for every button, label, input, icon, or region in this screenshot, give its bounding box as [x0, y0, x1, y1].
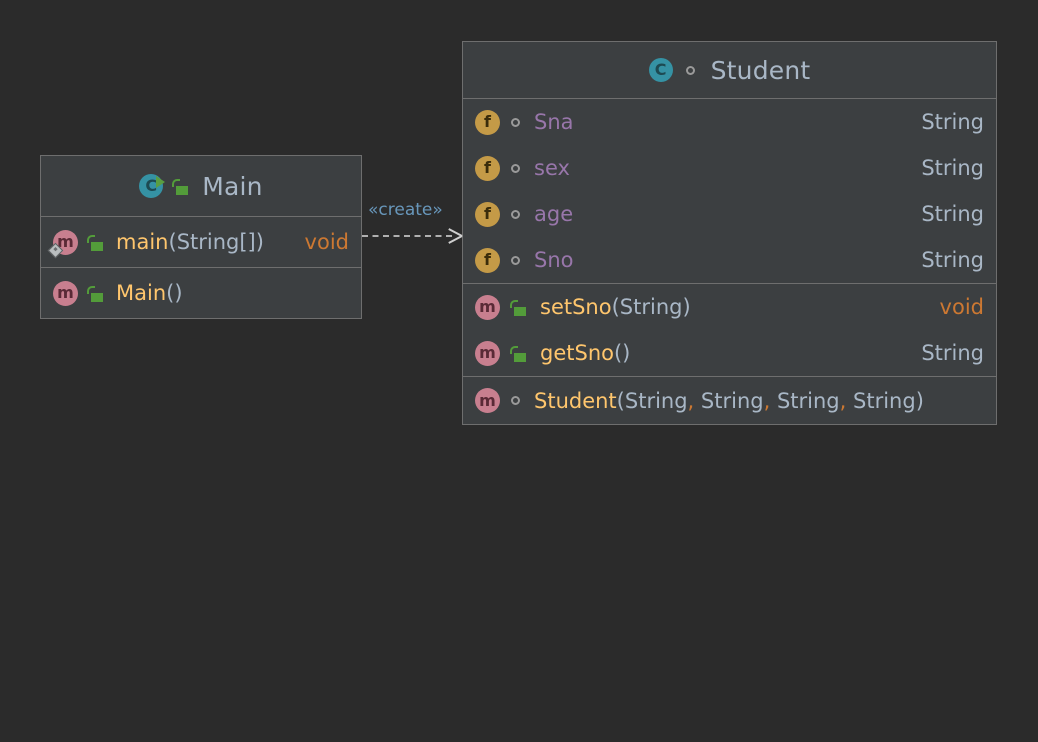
- param-type: String[]: [176, 230, 256, 254]
- member-name: age: [534, 202, 574, 226]
- member-name: getSno: [540, 341, 614, 365]
- member-row-field-age[interactable]: f age String: [463, 191, 996, 237]
- member-name: Student: [534, 388, 617, 413]
- member-signature: getSno(): [540, 341, 631, 365]
- unlock-icon: [87, 285, 104, 302]
- unlock-icon: [172, 178, 189, 195]
- uml-class-main[interactable]: C Main m main(String[]) void m Main (): [40, 155, 362, 319]
- class-name-main: Main: [202, 171, 263, 201]
- member-signature: setSno(String): [540, 295, 691, 319]
- class-section-main-constructors: m Main(): [41, 267, 361, 318]
- class-header-main[interactable]: C Main: [41, 156, 361, 217]
- package-private-icon: [685, 65, 695, 75]
- member-row-setsno[interactable]: m setSno(String) void: [463, 284, 996, 330]
- class-section-student-methods: m setSno(String) void m getSno() String: [463, 283, 996, 376]
- param-type: String: [619, 295, 683, 319]
- uml-class-student[interactable]: C Student f Sna String f sex String f ag…: [462, 41, 997, 425]
- member-signature: Main(): [116, 281, 183, 305]
- method-icon: m: [475, 294, 500, 320]
- class-section-student-constructors: m Student(String, String, String, String…: [463, 376, 996, 424]
- member-signature: Student(String, String, String, String): [534, 388, 924, 413]
- method-icon: m: [475, 388, 500, 413]
- member-return-type: String: [921, 248, 984, 272]
- member-name: sex: [534, 156, 570, 180]
- member-name: setSno: [540, 295, 612, 319]
- member-row-main-ctor[interactable]: m Main(): [41, 268, 361, 318]
- unlock-icon: [510, 345, 527, 362]
- member-name: Main: [116, 281, 167, 305]
- field-icon: f: [475, 109, 500, 135]
- class-icon: C: [648, 58, 673, 82]
- package-private-icon: [511, 163, 520, 173]
- member-return-type: String: [921, 110, 984, 134]
- member-name: Sna: [534, 110, 574, 134]
- field-icon: f: [475, 201, 500, 227]
- member-name: main: [116, 230, 169, 254]
- method-icon: m: [475, 340, 500, 366]
- member-signature: main(String[]): [116, 230, 264, 254]
- member-return-type: String: [921, 156, 984, 180]
- member-return-type: void: [939, 295, 984, 319]
- method-icon: m: [53, 280, 78, 306]
- member-signature: Sno: [534, 248, 574, 272]
- package-private-icon: [511, 396, 520, 405]
- method-icon: m: [47, 229, 78, 258]
- member-signature: sex: [534, 156, 570, 180]
- member-return-type: String: [921, 202, 984, 226]
- member-row-field-sna[interactable]: f Sna String: [463, 99, 996, 145]
- class-name-student: Student: [710, 55, 811, 85]
- diagram-canvas: C Main m main(String[]) void m Main () C…: [0, 0, 1038, 742]
- connector-label: «create»: [368, 200, 443, 220]
- connector-create-dependency[interactable]: «create»: [362, 200, 472, 260]
- member-row-field-sex[interactable]: f sex String: [463, 145, 996, 191]
- package-private-icon: [511, 117, 520, 127]
- member-row-main-method[interactable]: m main(String[]) void: [41, 217, 361, 267]
- member-signature: Sna: [534, 110, 574, 134]
- class-section-student-fields: f Sna String f sex String f age String f…: [463, 99, 996, 283]
- class-runnable-icon: C: [139, 174, 166, 198]
- unlock-icon: [87, 234, 104, 251]
- member-return-type: String: [921, 341, 984, 365]
- package-private-icon: [511, 209, 520, 219]
- field-icon: f: [475, 155, 500, 181]
- class-header-student[interactable]: C Student: [463, 42, 996, 99]
- param-type: String: [853, 388, 916, 413]
- member-signature: age: [534, 202, 573, 226]
- member-row-student-ctor[interactable]: m Student(String, String, String, String…: [463, 377, 996, 424]
- unlock-icon: [510, 299, 527, 316]
- field-icon: f: [475, 247, 500, 273]
- member-name: Sno: [534, 248, 574, 272]
- member-row-field-sno[interactable]: f Sno String: [463, 237, 996, 283]
- member-return-type: void: [304, 230, 349, 254]
- dashed-line: [362, 235, 452, 237]
- param-type: String: [700, 388, 764, 413]
- package-private-icon: [511, 255, 520, 265]
- class-section-main-methods: m main(String[]) void: [41, 217, 361, 267]
- member-row-getsno[interactable]: m getSno() String: [463, 330, 996, 376]
- param-type: String: [776, 388, 840, 413]
- param-type: String: [624, 388, 688, 413]
